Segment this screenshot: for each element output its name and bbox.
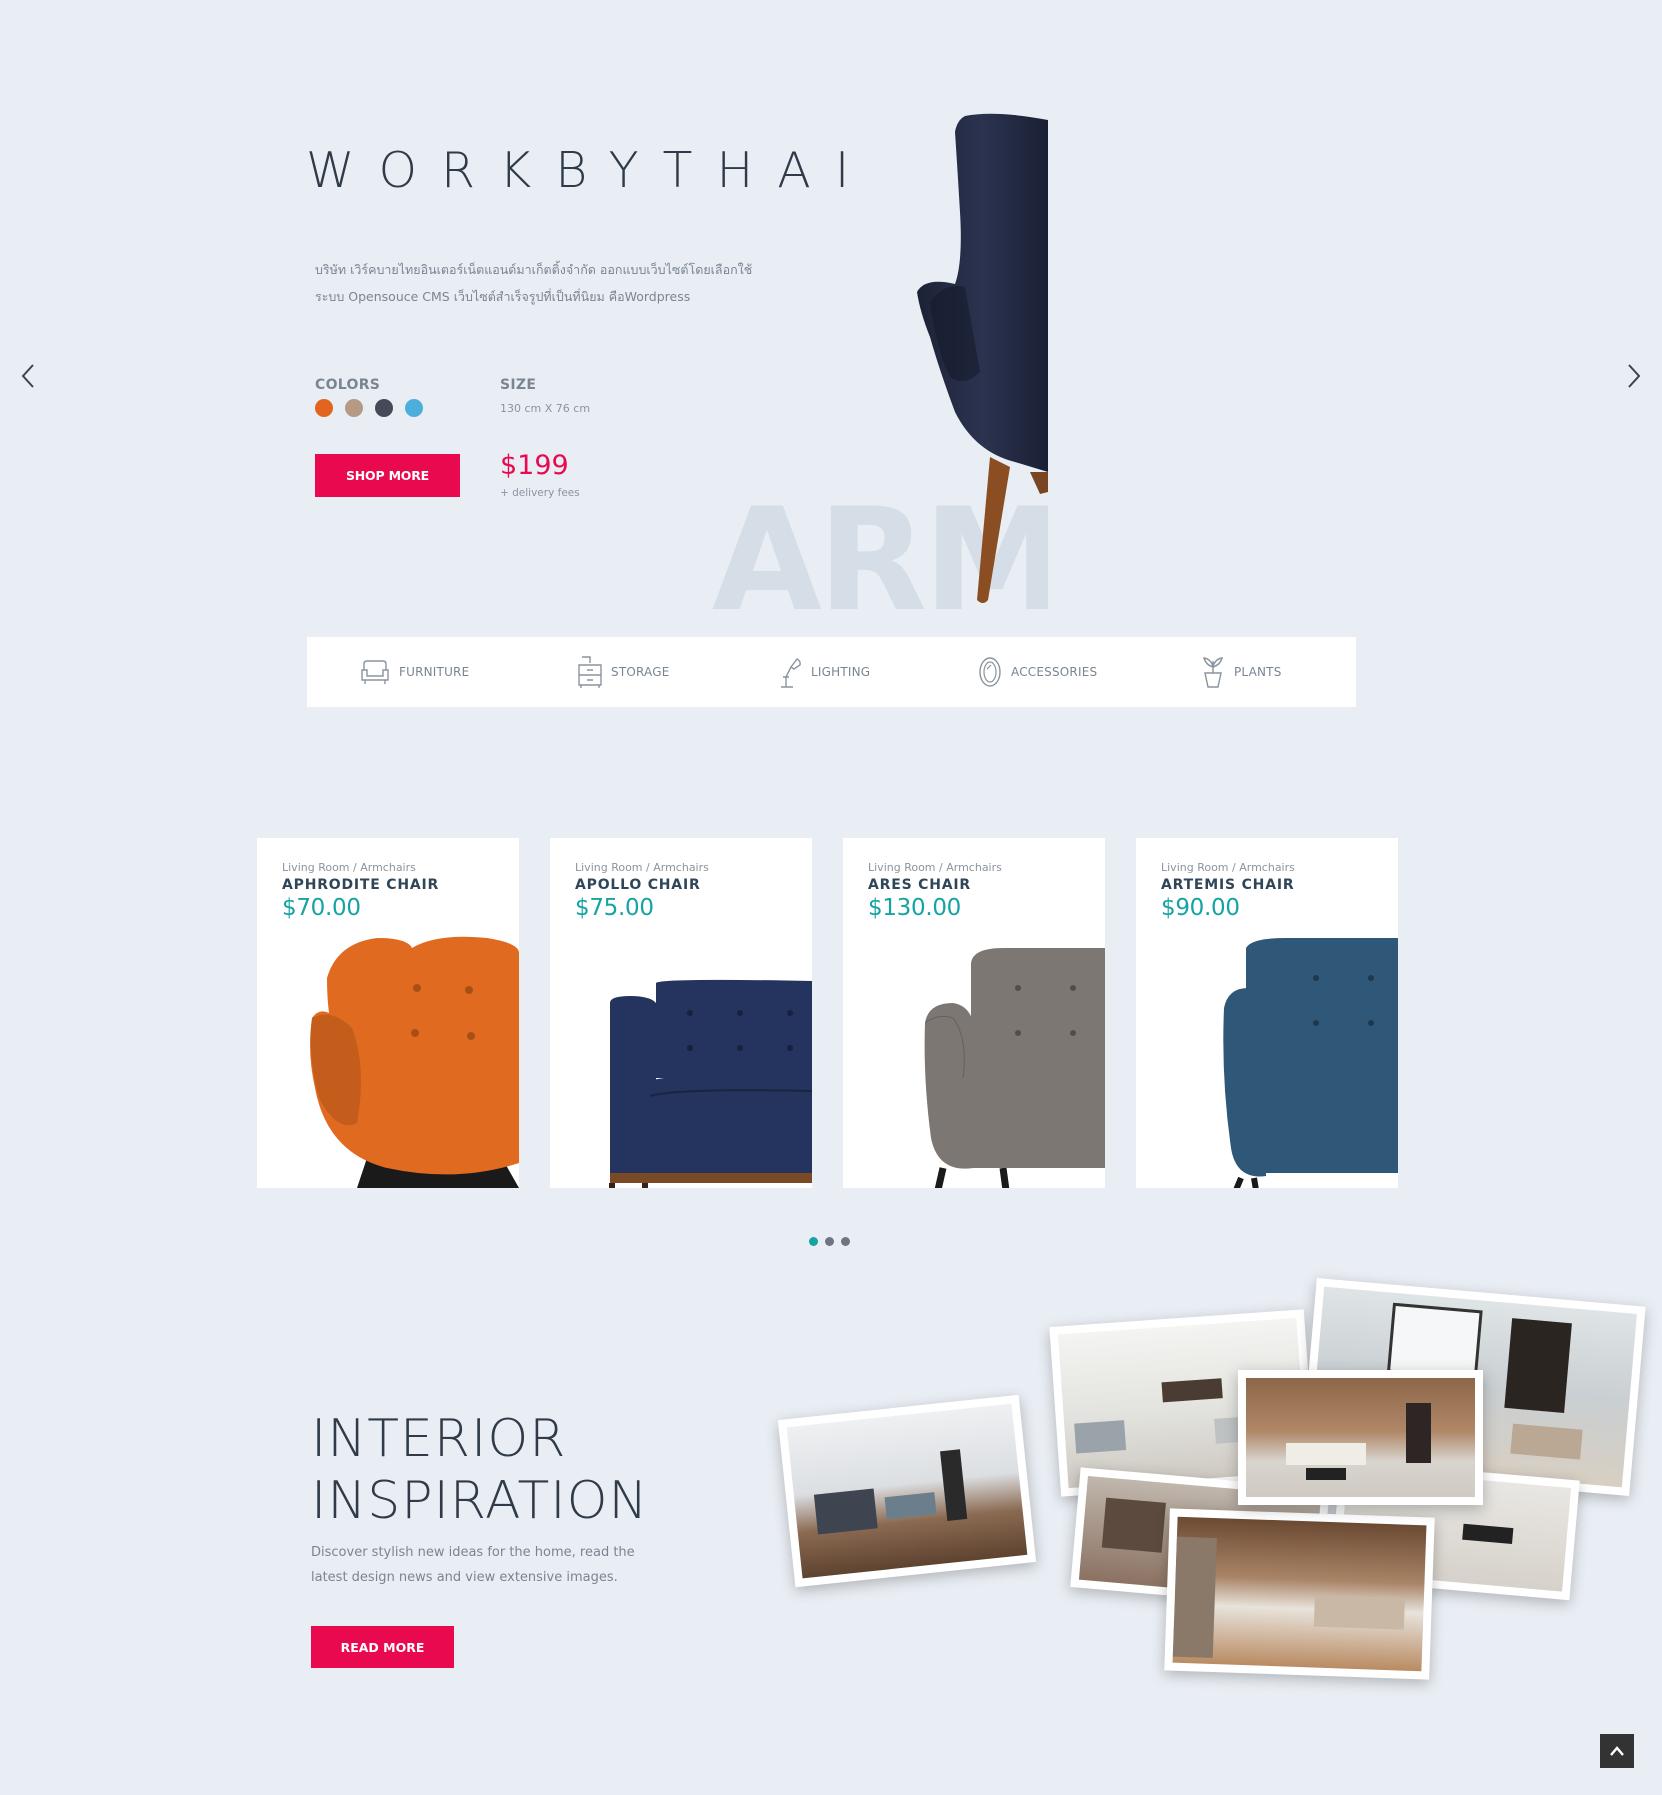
product-category: Living Room / Armchairs [1161, 861, 1295, 874]
read-more-button[interactable]: READ MORE [311, 1626, 454, 1668]
product-card[interactable]: Living Room / Armchairs APHRODITE CHAIR … [257, 838, 519, 1188]
category-furniture[interactable]: FURNITURE [359, 658, 469, 686]
category-lighting[interactable]: LIGHTING [777, 655, 870, 689]
slider-prev-arrow[interactable] [12, 360, 44, 392]
size-value: 130 cm X 76 cm [500, 402, 591, 415]
hero-price: $199 [500, 450, 569, 481]
inspiration-title-line: INSPIRATION [311, 1471, 649, 1531]
chevron-left-icon [21, 364, 34, 388]
product-name[interactable]: ARES CHAIR [868, 877, 971, 893]
hero-armchair-image [905, 112, 1048, 604]
inspiration-title: INTERIOR INSPIRATION [311, 1408, 648, 1532]
hero-description: บริษัท เวิร์คบายไทยอินเตอร์เน็ตแอนด์มาเก… [315, 262, 753, 304]
category-accessories[interactable]: ACCESSORIES [977, 655, 1097, 689]
product-price: $70.00 [282, 895, 361, 921]
product-name[interactable]: ARTEMIS CHAIR [1161, 877, 1294, 893]
scroll-to-top-button[interactable] [1600, 1734, 1634, 1768]
category-bar: FURNITURE STORAGE LIGHTING ACCESSORIES P… [307, 637, 1356, 707]
plant-pot-icon [1203, 657, 1223, 688]
cabinet-icon [578, 656, 602, 688]
inspiration-description: Discover stylish new ideas for the home,… [311, 1545, 635, 1585]
chevron-right-icon [1628, 364, 1641, 388]
category-label: FURNITURE [399, 665, 470, 679]
product-name[interactable]: APHRODITE CHAIR [282, 877, 439, 893]
carousel-dot[interactable] [809, 1237, 818, 1246]
sofa-icon [361, 660, 389, 684]
color-swatches [315, 399, 423, 417]
delivery-fee-note: + delivery fees [500, 487, 580, 499]
inspiration-title-line: INTERIOR [311, 1409, 567, 1469]
mirror-icon [979, 657, 1001, 687]
category-storage[interactable]: STORAGE [577, 655, 670, 689]
shop-more-button[interactable]: SHOP MORE [315, 454, 460, 497]
chevron-up-icon [1610, 1746, 1624, 1756]
product-card[interactable]: Living Room / Armchairs ARES CHAIR $130.… [843, 838, 1105, 1188]
colors-label: COLORS [315, 377, 381, 393]
product-price: $75.00 [575, 895, 654, 921]
product-category: Living Room / Armchairs [575, 861, 709, 874]
category-label: PLANTS [1234, 665, 1282, 679]
carousel-dot[interactable] [825, 1237, 834, 1246]
product-price: $90.00 [1161, 895, 1240, 921]
carousel-dot[interactable] [841, 1237, 850, 1246]
color-swatch-charcoal[interactable] [375, 399, 393, 417]
color-swatch-orange[interactable] [315, 399, 333, 417]
desk-lamp-icon [781, 658, 801, 688]
product-category: Living Room / Armchairs [282, 861, 416, 874]
slider-next-arrow[interactable] [1618, 360, 1650, 392]
product-category: Living Room / Armchairs [868, 861, 1002, 874]
category-plants[interactable]: PLANTS [1200, 655, 1282, 689]
category-label: STORAGE [611, 665, 670, 679]
interior-photo[interactable] [777, 1394, 1037, 1588]
product-name[interactable]: APOLLO CHAIR [575, 877, 701, 893]
size-label: SIZE [500, 377, 537, 393]
product-card[interactable]: Living Room / Armchairs ARTEMIS CHAIR $9… [1136, 838, 1398, 1188]
carousel-pagination [809, 1237, 850, 1246]
color-swatch-blue[interactable] [405, 399, 423, 417]
category-label: LIGHTING [811, 665, 871, 679]
category-label: ACCESSORIES [1011, 665, 1098, 679]
color-swatch-tan[interactable] [345, 399, 363, 417]
product-card[interactable]: Living Room / Armchairs APOLLO CHAIR $75… [550, 838, 812, 1188]
product-price: $130.00 [868, 895, 962, 921]
interior-photo[interactable] [1164, 1508, 1435, 1680]
interior-photo[interactable] [1238, 1370, 1483, 1505]
hero-title: WORKBYTHAI [306, 142, 874, 199]
